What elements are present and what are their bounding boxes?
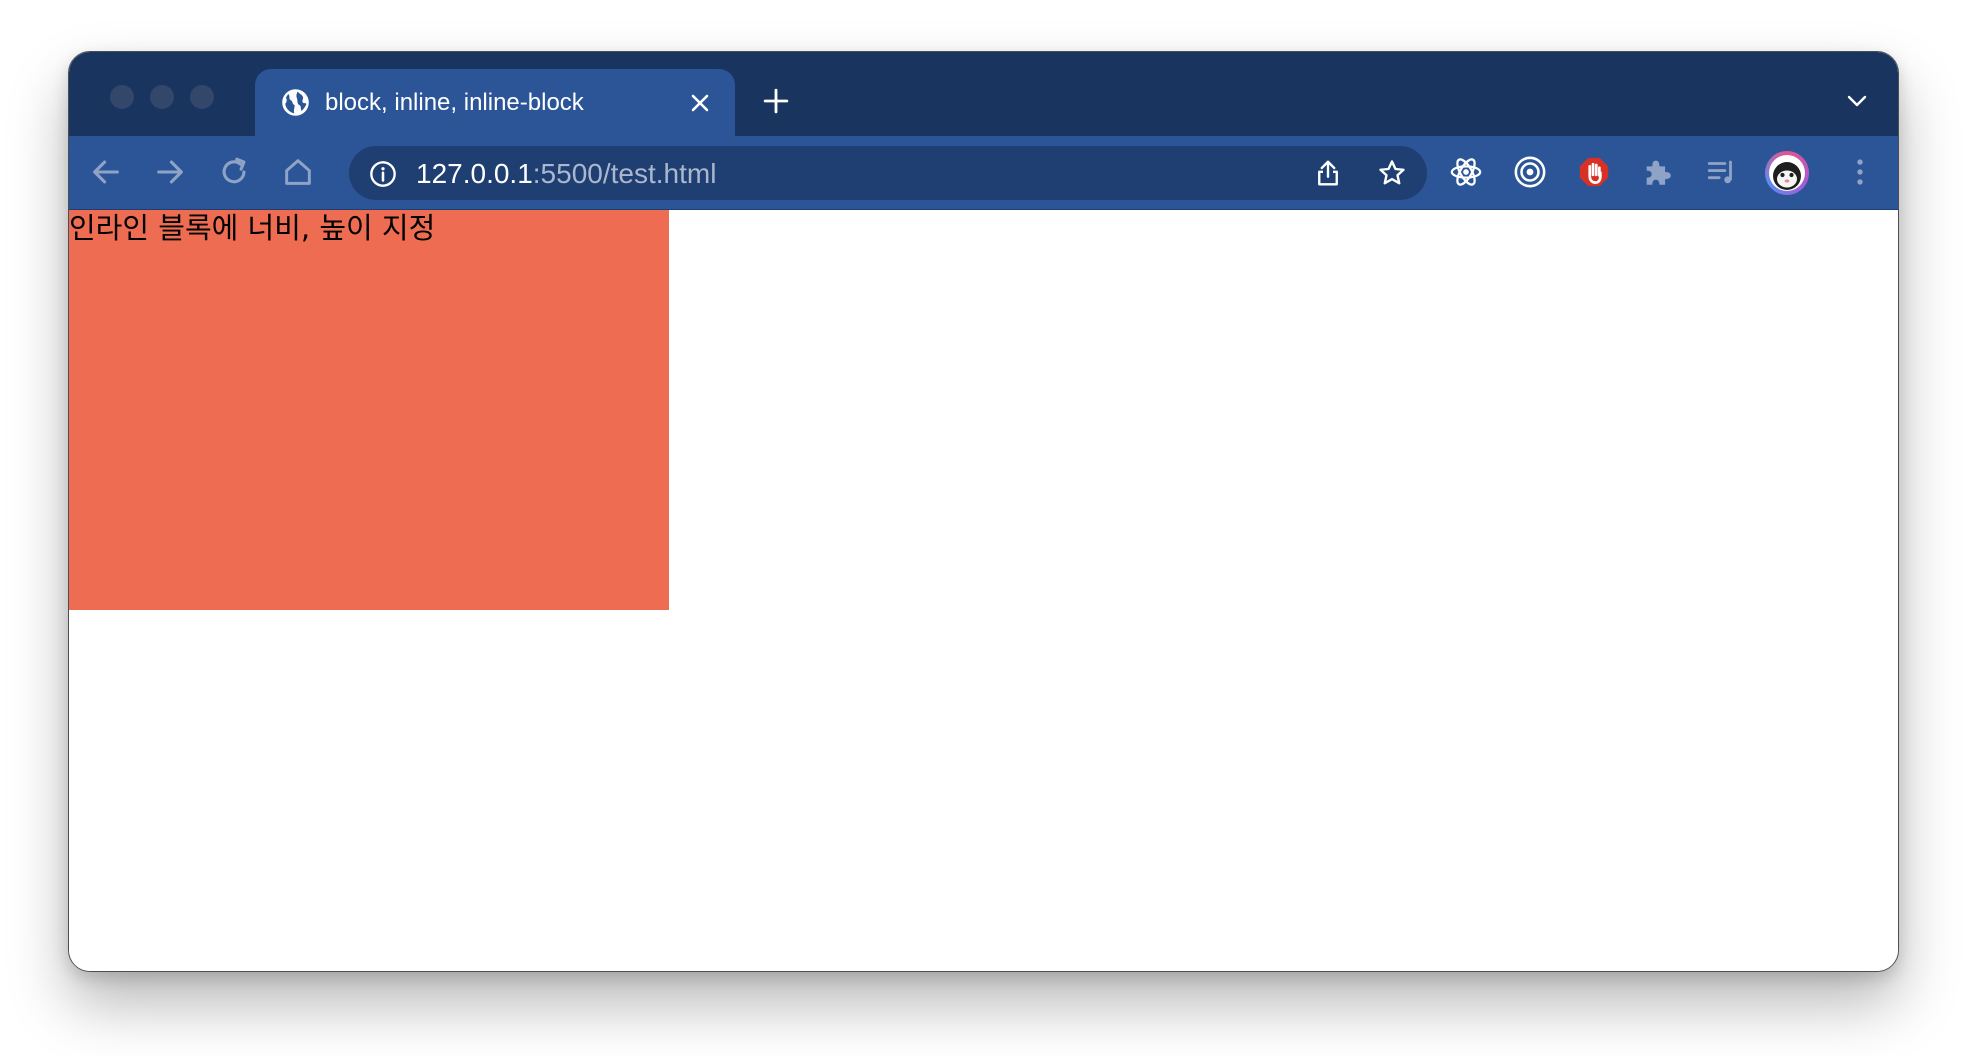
- tab-strip: block, inline, inline-block: [69, 52, 1898, 136]
- url-path: :5500/test.html: [532, 158, 717, 189]
- url-host: 127.0.0.1: [416, 158, 533, 189]
- browser-toolbar: 127.0.0.1:5500/test.html: [69, 136, 1898, 210]
- target-icon[interactable]: [1513, 155, 1547, 189]
- kebab-menu-icon[interactable]: [1843, 155, 1877, 189]
- avatar-image: [1769, 155, 1805, 191]
- box-text: 인라인 블록에 너비, 높이 지정: [69, 211, 436, 245]
- bookmark-star-icon[interactable]: [1377, 158, 1407, 188]
- reading-list-icon[interactable]: [1705, 155, 1739, 189]
- hand-stop-icon[interactable]: [1577, 155, 1611, 189]
- back-arrow-icon[interactable]: [89, 155, 123, 189]
- globe-icon: [282, 89, 309, 116]
- tab-title: block, inline, inline-block: [325, 89, 584, 116]
- url-text[interactable]: 127.0.0.1:5500/test.html: [416, 157, 716, 191]
- puzzle-extensions-icon[interactable]: [1641, 155, 1675, 189]
- home-icon[interactable]: [281, 155, 315, 189]
- profile-avatar[interactable]: [1765, 151, 1809, 195]
- window-maximize-button[interactable]: [190, 85, 214, 109]
- avatar-face-icon: [1773, 162, 1801, 190]
- info-icon[interactable]: [369, 160, 397, 188]
- page-content: 인라인 블록에 너비, 높이 지정: [69, 210, 1898, 971]
- window-close-button[interactable]: [110, 85, 134, 109]
- reload-icon[interactable]: [217, 155, 251, 189]
- react-devtools-icon[interactable]: [1449, 155, 1483, 189]
- new-tab-plus-icon[interactable]: [763, 88, 789, 114]
- active-tab[interactable]: block, inline, inline-block: [255, 69, 735, 136]
- inline-block-box: 인라인 블록에 너비, 높이 지정: [69, 210, 669, 610]
- close-icon[interactable]: [688, 91, 712, 115]
- address-bar[interactable]: 127.0.0.1:5500/test.html: [349, 146, 1427, 200]
- chevron-down-icon[interactable]: [1846, 93, 1868, 109]
- window-minimize-button[interactable]: [150, 85, 174, 109]
- share-icon[interactable]: [1313, 158, 1343, 188]
- browser-window: block, inline, inline-block 127.0.0.1:55…: [68, 51, 1899, 972]
- forward-arrow-icon[interactable]: [153, 155, 187, 189]
